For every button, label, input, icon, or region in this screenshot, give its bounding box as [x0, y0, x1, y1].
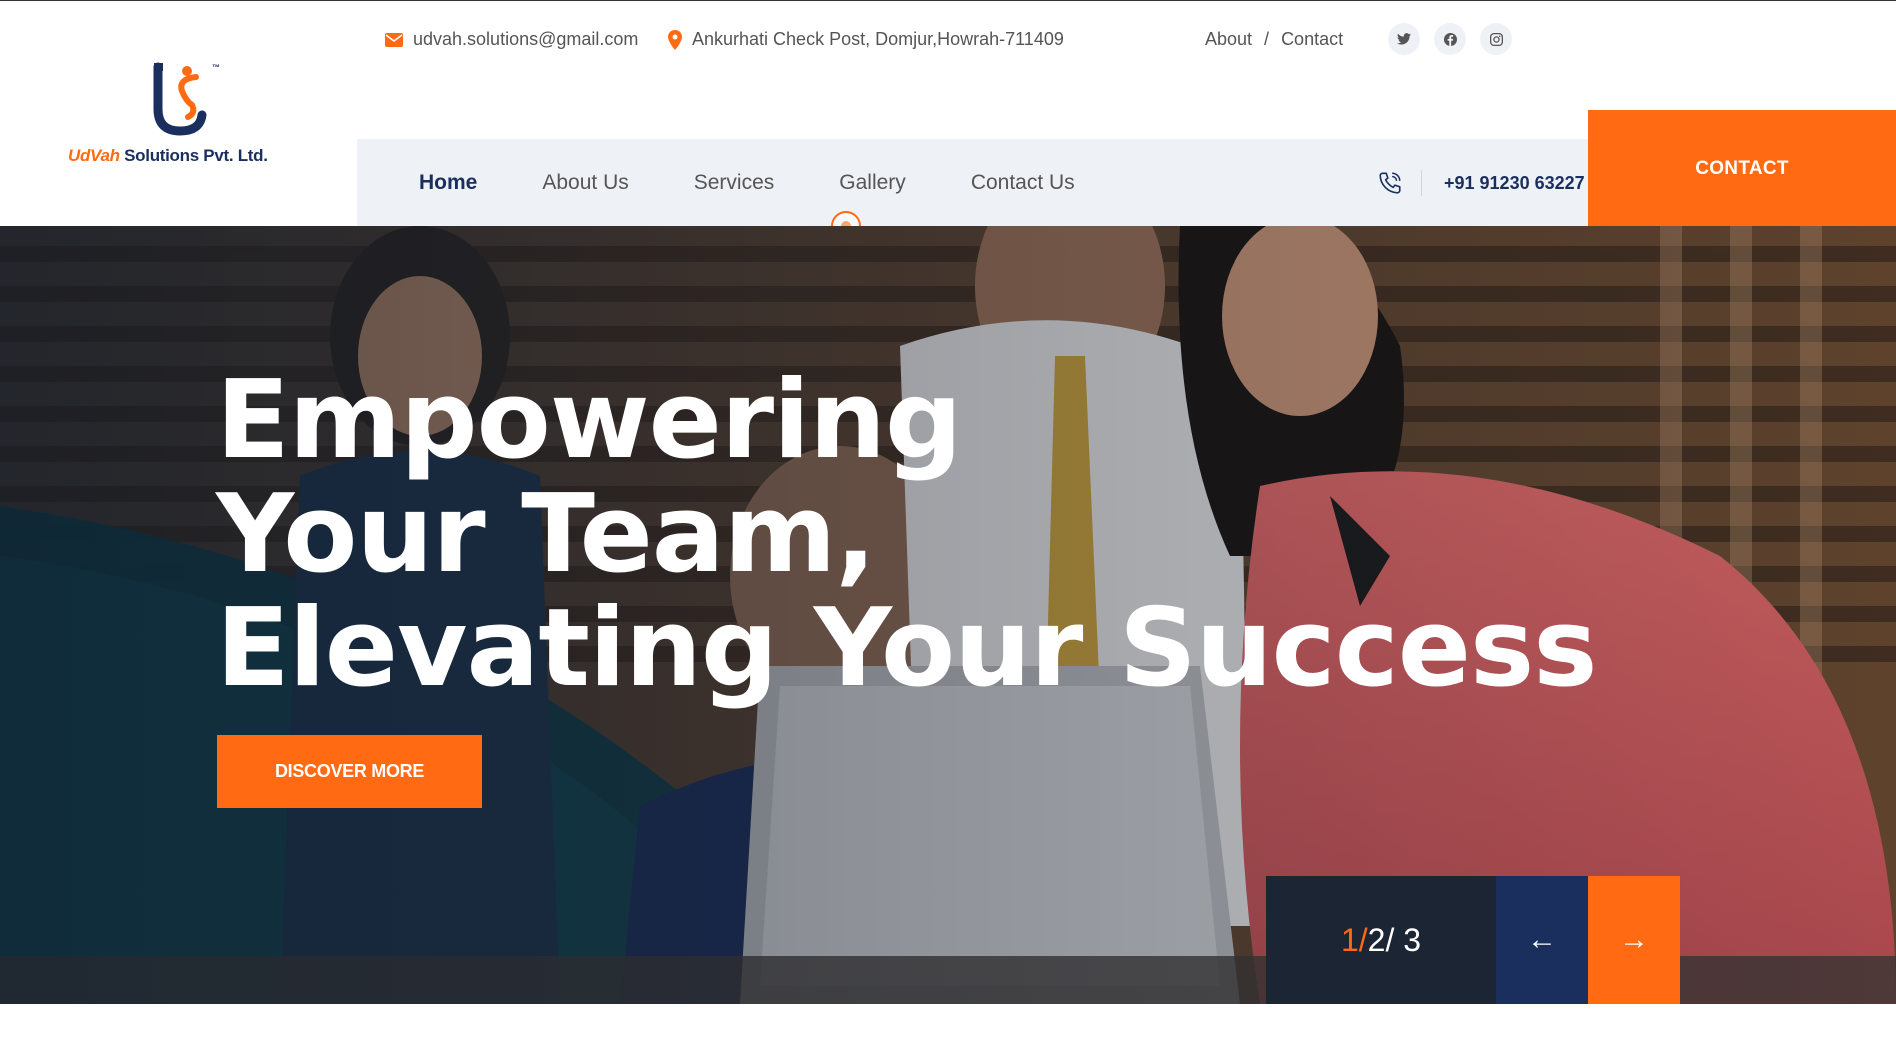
top-link-contact[interactable]: Contact: [1281, 29, 1343, 50]
social-links: [1388, 23, 1512, 55]
main-navbar: Home About Us Services Gallery Contact U…: [357, 139, 1645, 241]
instagram-link[interactable]: [1480, 23, 1512, 55]
nav-phone[interactable]: +91 91230 63227: [1377, 139, 1585, 227]
nav-item-about-us[interactable]: About Us: [542, 171, 628, 195]
slide-counter: 1/ 2/ 3: [1266, 876, 1496, 1004]
nav-item-services[interactable]: Services: [694, 171, 775, 195]
arrow-left-icon: ←: [1527, 923, 1557, 956]
phone-number: +91 91230 63227: [1444, 172, 1585, 193]
hero-heading: Empowering Your Team, Elevating Your Suc…: [216, 358, 1598, 711]
instagram-icon: [1489, 32, 1503, 46]
nav-item-contact-us[interactable]: Contact Us: [971, 171, 1075, 195]
hero-heading-line1: Empowering: [216, 358, 962, 483]
discover-more-button[interactable]: DISCOVER MORE: [217, 735, 482, 808]
hero-slider: Empowering Your Team, Elevating Your Suc…: [0, 226, 1896, 1004]
nav-menu: Home About Us Services Gallery Contact U…: [419, 139, 1140, 227]
brand-name-part2: Solutions Pvt. Ltd.: [119, 146, 268, 165]
facebook-icon: [1443, 32, 1457, 46]
contact-address: Ankurhati Check Post, Domjur,Howrah-7114…: [668, 29, 1064, 50]
phone-icon: [1379, 172, 1401, 194]
envelope-icon: [385, 32, 403, 47]
next-slide-button[interactable]: →: [1588, 876, 1680, 1004]
site-header: ™ UdVah Solutions Pvt. Ltd. udvah.soluti…: [0, 1, 1896, 241]
twitter-icon: [1397, 33, 1411, 45]
phone-divider: [1421, 170, 1422, 196]
topbar: udvah.solutions@gmail.com Ankurhati Chec…: [0, 1, 1896, 79]
map-pin-icon: [668, 29, 682, 50]
address-text: Ankurhati Check Post, Domjur,Howrah-7114…: [692, 29, 1064, 49]
contact-email[interactable]: udvah.solutions@gmail.com: [385, 29, 638, 50]
twitter-link[interactable]: [1388, 23, 1420, 55]
email-text: udvah.solutions@gmail.com: [413, 29, 639, 49]
prev-slide-button[interactable]: ←: [1496, 876, 1588, 1004]
top-link-separator: /: [1264, 29, 1270, 49]
slide-counter-current: 1/: [1340, 921, 1368, 958]
top-link-about[interactable]: About: [1205, 29, 1252, 50]
nav-item-home[interactable]: Home: [419, 171, 477, 195]
nav-item-gallery[interactable]: Gallery: [839, 171, 906, 195]
brand-name: UdVah Solutions Pvt. Ltd.: [68, 146, 268, 166]
facebook-link[interactable]: [1434, 23, 1466, 55]
arrow-right-icon: →: [1619, 923, 1649, 956]
brand-name-part1: UdVah: [68, 146, 120, 165]
contact-button[interactable]: CONTACT: [1588, 110, 1896, 227]
slide-counter-rest: 2/ 3: [1367, 921, 1422, 958]
top-links: About / Contact: [1205, 29, 1343, 50]
page-bottom: [0, 1004, 1896, 1040]
hero-heading-line3: Elevating Your Success: [216, 586, 1598, 711]
hero-heading-line2: Your Team,: [216, 472, 876, 597]
slider-controls: 1/ 2/ 3 ← →: [1266, 876, 1680, 1004]
